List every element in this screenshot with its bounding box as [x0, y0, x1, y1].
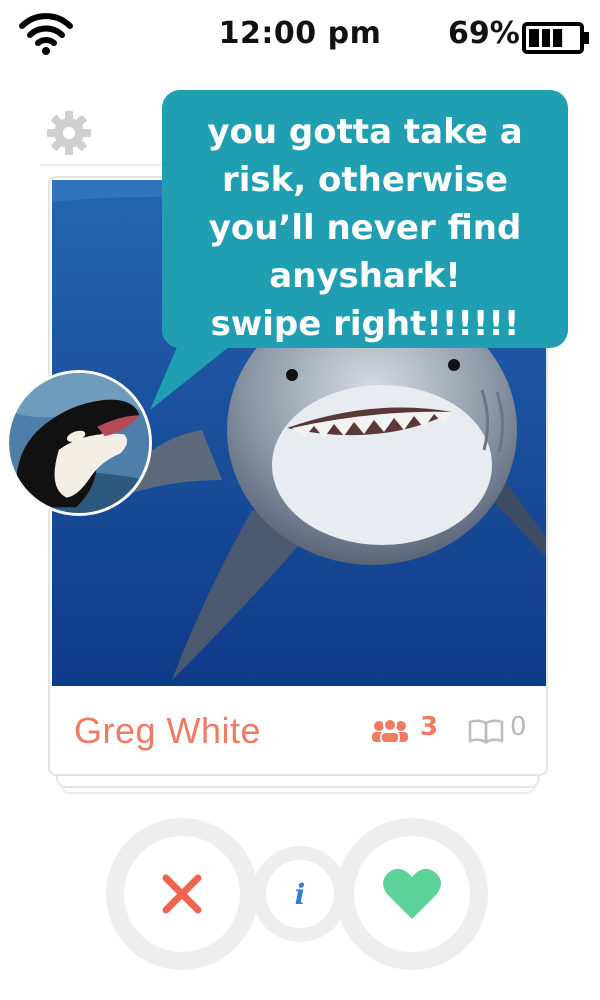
shared-interests-count: 0	[510, 712, 527, 742]
book-icon	[468, 719, 504, 744]
mutual-friends-count: 3	[420, 712, 439, 742]
bubble-line: you’ll never find	[208, 208, 522, 248]
profile-name[interactable]: Greg White	[74, 710, 261, 752]
info-button[interactable]: i	[252, 846, 348, 942]
wifi-icon	[19, 13, 73, 55]
heart-icon	[383, 868, 441, 919]
nope-button[interactable]	[106, 818, 258, 970]
bubble-line: swipe right!!!!!!	[210, 304, 520, 344]
card-footer: Greg White 3 0	[50, 688, 546, 774]
gear-icon[interactable]	[44, 108, 94, 158]
x-icon	[162, 874, 202, 914]
like-button[interactable]	[336, 818, 488, 970]
battery-percent: 69%	[448, 16, 520, 51]
swipe-controls: i	[0, 800, 600, 1000]
orca-avatar[interactable]	[6, 370, 152, 516]
speech-bubble-text: you gotta take a risk, otherwise you’ll …	[162, 108, 568, 348]
battery-icon	[522, 22, 589, 54]
bubble-line: risk, otherwise	[221, 160, 509, 200]
bubble-line: anyshark!	[269, 256, 461, 296]
mutual-friends-icon	[372, 718, 408, 744]
clock-time: 12:00 pm	[218, 16, 382, 51]
status-bar: 12:00 pm 69%	[0, 0, 600, 80]
bubble-line: you gotta take a	[207, 112, 523, 152]
info-icon: i	[272, 866, 328, 922]
